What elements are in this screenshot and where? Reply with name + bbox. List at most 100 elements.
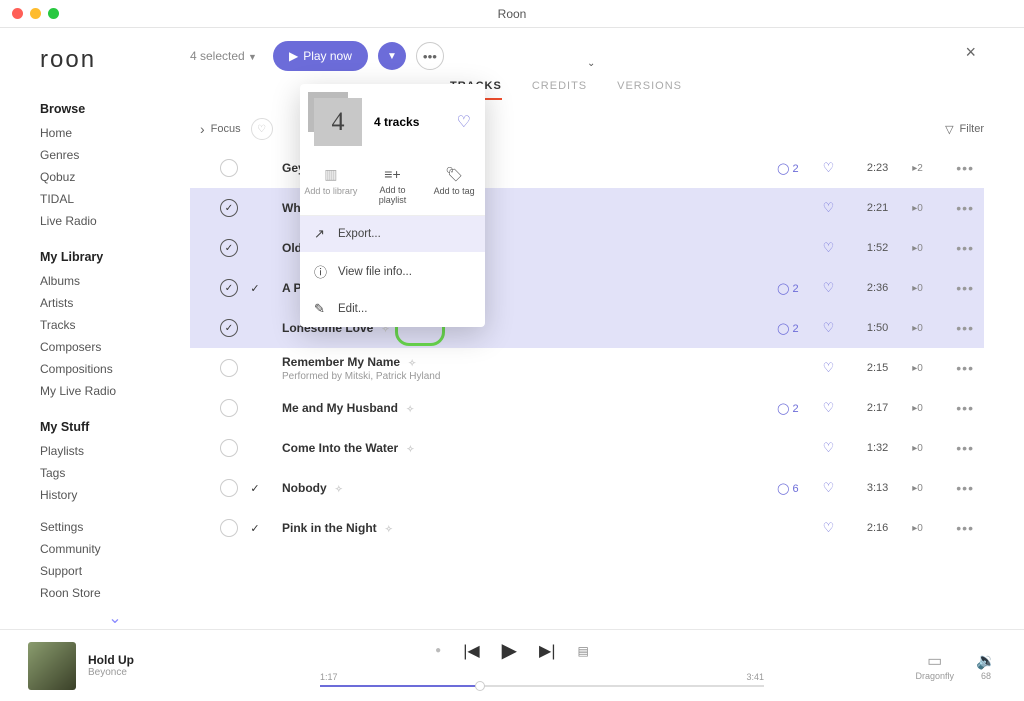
selection-count-label[interactable]: 4 selected ▼ (190, 49, 257, 63)
popup-track-count: 4 tracks (374, 115, 419, 129)
row-more-button[interactable]: ••• (956, 520, 974, 536)
row-checkbox[interactable]: ✓ (220, 319, 238, 337)
row-more-button[interactable]: ••• (956, 360, 974, 376)
focus-chevron-icon[interactable]: › (200, 121, 205, 137)
track-title: Remember My Name ✧ (282, 355, 440, 369)
more-actions-button[interactable]: ••• (416, 42, 444, 70)
filter-button[interactable]: Filter (960, 123, 984, 135)
sidebar-item-tags[interactable]: Tags (40, 462, 190, 484)
sidebar-item-tidal[interactable]: TIDAL (40, 188, 190, 210)
track-row[interactable]: ✓Pink in the Night ✧♡2:16▸0••• (190, 508, 984, 548)
track-duration: 3:13 (858, 482, 888, 494)
popup-view-file-info[interactable]: ⓘView file info... (300, 252, 485, 291)
now-playing-artist[interactable]: Beyonce (88, 667, 134, 678)
favorite-button[interactable]: ♡ (823, 160, 835, 176)
content-area: 4 selected ▼ ▶Play now ▼ ••• × ⌄ TRACKS … (190, 28, 1024, 614)
favorite-button[interactable]: ♡ (823, 320, 835, 336)
sidebar-item-compositions[interactable]: Compositions (40, 358, 190, 380)
sidebar-item-roon-store[interactable]: Roon Store (40, 582, 190, 604)
favorite-button[interactable]: ♡ (823, 200, 835, 216)
play-options-dropdown[interactable]: ▼ (378, 42, 406, 70)
play-now-button[interactable]: ▶Play now (273, 41, 368, 71)
popup-export[interactable]: ↗Export... (300, 216, 485, 252)
progress-bar[interactable]: 1:17 3:41 (320, 672, 764, 687)
focus-button[interactable]: Focus (211, 123, 241, 135)
track-subtitle: Performed by Mitski, Patrick Hyland (282, 371, 440, 382)
track-title: Me and My Husband ✧ (282, 401, 414, 415)
sidebar-item-albums[interactable]: Albums (40, 270, 190, 292)
queue-button[interactable]: ▤ (578, 644, 589, 658)
popup-add-to-tag[interactable]: 🏷Add to tag (426, 166, 482, 205)
popup-edit[interactable]: ✎Edit... (300, 291, 485, 327)
previous-button[interactable]: |◀ (463, 641, 479, 661)
play-pause-button[interactable]: ▶ (502, 638, 517, 663)
track-row[interactable]: Remember My Name ✧ Performed by Mitski, P… (190, 348, 984, 388)
favorites-filter-button[interactable]: ♡ (251, 118, 273, 140)
favorite-button[interactable]: ♡ (823, 400, 835, 416)
row-checkbox[interactable] (220, 359, 238, 377)
row-checkbox[interactable] (220, 479, 238, 497)
favorite-button[interactable]: ♡ (823, 360, 835, 376)
volume-control[interactable]: 🔉 68 (976, 651, 996, 681)
popup-add-to-playlist[interactable]: ≡+Add to playlist (364, 166, 420, 205)
sidebar-item-live-radio[interactable]: Live Radio (40, 210, 190, 232)
track-title: Nobody ✧ (282, 481, 343, 495)
sidebar-item-history[interactable]: History (40, 484, 190, 506)
sidebar-item-tracks[interactable]: Tracks (40, 314, 190, 336)
shuffle-button[interactable]: ● (435, 645, 441, 656)
track-playcount: ▸0 (912, 243, 932, 254)
now-playing-title[interactable]: Hold Up (88, 653, 134, 667)
sidebar-item-settings[interactable]: Settings (40, 516, 190, 538)
row-checkbox[interactable] (220, 519, 238, 537)
row-more-button[interactable]: ••• (956, 440, 974, 456)
row-more-button[interactable]: ••• (956, 480, 974, 496)
popup-add-to-library[interactable]: ▥Add to library (303, 166, 359, 205)
sidebar-item-composers[interactable]: Composers (40, 336, 190, 358)
row-more-button[interactable]: ••• (956, 200, 974, 216)
row-checkbox[interactable] (220, 439, 238, 457)
favorite-button[interactable]: ♡ (823, 240, 835, 256)
zone-picker[interactable]: ▭ Dragonfly (915, 651, 954, 681)
sidebar-item-qobuz[interactable]: Qobuz (40, 166, 190, 188)
row-checkbox[interactable] (220, 159, 238, 177)
now-playing-artwork[interactable] (28, 642, 76, 690)
row-checkbox[interactable]: ✓ (220, 199, 238, 217)
track-row[interactable]: ✓Nobody ✧◯ 6♡3:13▸0••• (190, 468, 984, 508)
sidebar-item-home[interactable]: Home (40, 122, 190, 144)
sidebar-item-my-live-radio[interactable]: My Live Radio (40, 380, 190, 402)
tab-credits[interactable]: CREDITS (532, 80, 587, 100)
row-checkbox[interactable]: ✓ (220, 239, 238, 257)
row-more-button[interactable]: ••• (956, 160, 974, 176)
track-duration: 1:32 (858, 442, 888, 454)
play-count[interactable]: ◯ 6 (777, 482, 798, 495)
row-more-button[interactable]: ••• (956, 280, 974, 296)
row-more-button[interactable]: ••• (956, 240, 974, 256)
sidebar-item-community[interactable]: Community (40, 538, 190, 560)
collapse-chevron-icon[interactable]: ⌄ (587, 58, 595, 69)
track-playcount: ▸0 (912, 403, 932, 414)
play-count[interactable]: ◯ 2 (777, 402, 798, 415)
favorite-button[interactable]: ♡ (823, 280, 835, 296)
favorite-button[interactable]: ♡ (823, 520, 835, 536)
row-more-button[interactable]: ••• (956, 320, 974, 336)
sidebar-item-genres[interactable]: Genres (40, 144, 190, 166)
next-button[interactable]: ▶| (539, 641, 555, 661)
tab-versions[interactable]: VERSIONS (617, 80, 682, 100)
close-selection-button[interactable]: × (965, 42, 976, 63)
favorite-button[interactable]: ♡ (823, 440, 835, 456)
play-count[interactable]: ◯ 2 (777, 162, 798, 175)
sidebar-item-support[interactable]: Support (40, 560, 190, 582)
sidebar-item-artists[interactable]: Artists (40, 292, 190, 314)
row-checkbox[interactable]: ✓ (220, 279, 238, 297)
track-row[interactable]: Me and My Husband ✧◯ 2♡2:17▸0••• (190, 388, 984, 428)
sidebar-item-playlists[interactable]: Playlists (40, 440, 190, 462)
popup-favorite-button[interactable]: ♡ (457, 112, 471, 132)
actions-popup: 4 4 tracks ♡ ▥Add to library ≡+Add to pl… (300, 84, 485, 327)
play-count[interactable]: ◯ 2 (777, 282, 798, 295)
row-more-button[interactable]: ••• (956, 400, 974, 416)
play-count[interactable]: ◯ 2 (777, 322, 798, 335)
row-checkbox[interactable] (220, 399, 238, 417)
sidebar-expand-icon[interactable]: ⌄ (40, 608, 190, 628)
track-row[interactable]: Come Into the Water ✧♡1:32▸0••• (190, 428, 984, 468)
favorite-button[interactable]: ♡ (823, 480, 835, 496)
